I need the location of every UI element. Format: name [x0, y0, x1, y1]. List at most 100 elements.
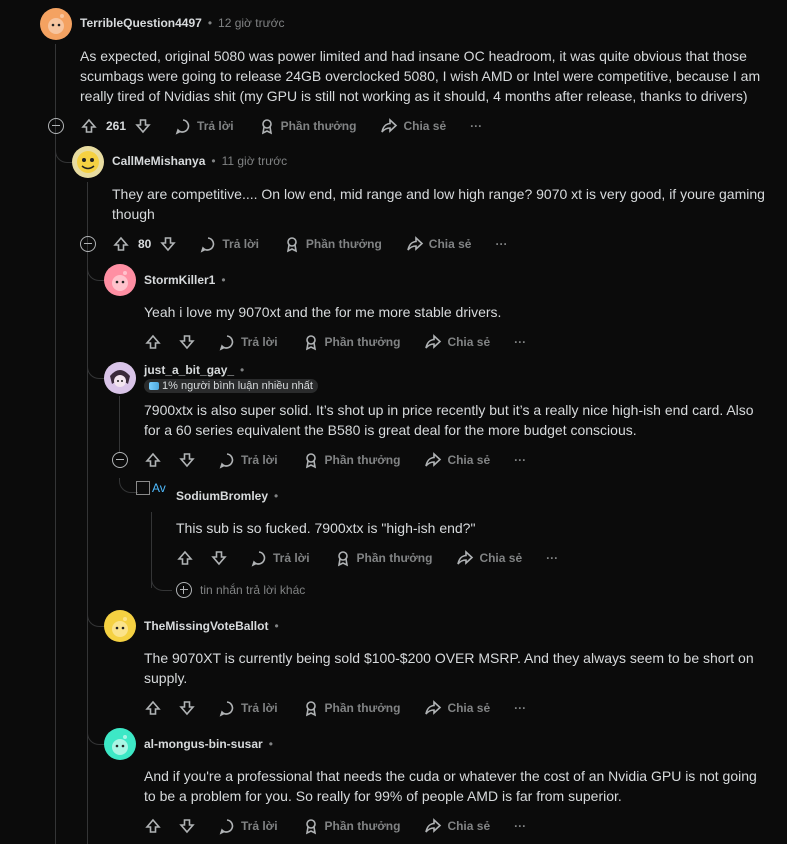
- comment-header: al-mongus-bin-susar •: [144, 737, 273, 751]
- timestamp[interactable]: 12 giờ trước: [218, 16, 284, 30]
- comment-actions: Trả lời Phần thưởng Chia sẻ ···: [144, 696, 550, 720]
- downvote-icon[interactable]: [178, 699, 196, 717]
- award-button[interactable]: Phần thưởng: [302, 333, 401, 351]
- downvote-icon[interactable]: [178, 451, 196, 469]
- award-label: Phần thưởng: [324, 335, 401, 349]
- comment-body: They are competitive.... On low end, mid…: [112, 186, 765, 222]
- collapse-thread-button[interactable]: [80, 236, 96, 252]
- comment-icon: [218, 817, 236, 835]
- downvote-icon[interactable]: [159, 235, 177, 253]
- comment-header: TerribleQuestion4497 • 12 giờ trước: [80, 16, 285, 30]
- collapse-thread-button[interactable]: [48, 118, 64, 134]
- separator-dot: •: [211, 154, 216, 168]
- share-button[interactable]: Chia sẻ: [456, 549, 522, 567]
- upvote-icon[interactable]: [80, 117, 98, 135]
- reply-button[interactable]: Trả lời: [218, 451, 278, 469]
- share-button[interactable]: Chia sẻ: [380, 117, 446, 135]
- award-label: Phần thưởng: [324, 819, 401, 833]
- thread-line-root: [55, 44, 56, 844]
- avatar[interactable]: [104, 362, 136, 394]
- award-button[interactable]: Phần thưởng: [302, 817, 401, 835]
- comment-body: As expected, original 5080 was power lim…: [80, 48, 761, 104]
- more-options-button[interactable]: ···: [514, 453, 526, 467]
- reply-label: Trả lời: [273, 551, 310, 565]
- award-button[interactable]: Phần thưởng: [334, 549, 433, 567]
- username[interactable]: just_a_bit_gay_: [144, 363, 234, 377]
- reply-button[interactable]: Trả lời: [218, 699, 278, 717]
- comment-body: 7900xtx is also super solid. It’s shot u…: [144, 402, 754, 438]
- reply-button[interactable]: Trả lời: [250, 549, 310, 567]
- reply-button[interactable]: Trả lời: [218, 333, 278, 351]
- share-icon: [424, 451, 442, 469]
- upvote-icon[interactable]: [176, 549, 194, 567]
- username[interactable]: SodiumBromley: [176, 489, 268, 503]
- upvote-icon[interactable]: [144, 333, 162, 351]
- avatar[interactable]: [104, 610, 136, 642]
- score: 261: [106, 119, 127, 133]
- avatar[interactable]: [72, 146, 104, 178]
- username[interactable]: TheMissingVoteBallot: [144, 619, 268, 633]
- comment-actions: Trả lời Phần thưởng Chia sẻ ···: [144, 330, 550, 354]
- more-options-button[interactable]: ···: [470, 119, 482, 133]
- upvote-icon[interactable]: [112, 235, 130, 253]
- more-options-button[interactable]: ···: [514, 819, 526, 833]
- meme-face-avatar-icon: [77, 151, 99, 173]
- avatar[interactable]: [40, 8, 72, 40]
- more-options-button[interactable]: ···: [514, 335, 526, 349]
- username[interactable]: CallMeMishanya: [112, 154, 205, 168]
- downvote-icon[interactable]: [134, 117, 152, 135]
- separator-dot: •: [221, 273, 226, 287]
- award-button[interactable]: Phần thưởng: [283, 235, 382, 253]
- more-options-button[interactable]: ···: [495, 237, 507, 251]
- snoo-avatar-icon: [48, 14, 64, 34]
- reply-button[interactable]: Trả lời: [174, 117, 234, 135]
- comment-actions: 80 Trả lời Phần thưởng Chia sẻ ···: [112, 232, 531, 256]
- reply-button[interactable]: Trả lời: [199, 235, 259, 253]
- downvote-icon[interactable]: [178, 333, 196, 351]
- share-icon: [424, 699, 442, 717]
- more-icon: ···: [514, 819, 527, 833]
- avatar[interactable]: [104, 728, 136, 760]
- share-button[interactable]: Chia sẻ: [406, 235, 471, 253]
- share-button[interactable]: Chia sẻ: [424, 451, 490, 469]
- upvote-icon[interactable]: [144, 451, 162, 469]
- downvote-icon[interactable]: [210, 549, 228, 567]
- separator-dot: •: [268, 737, 273, 751]
- separator-dot: •: [240, 363, 245, 377]
- collapse-thread-button[interactable]: [112, 452, 128, 468]
- award-button[interactable]: Phần thưởng: [302, 699, 400, 717]
- username[interactable]: al-mongus-bin-susar: [144, 737, 263, 751]
- reply-label: Trả lời: [241, 453, 278, 467]
- share-button[interactable]: Chia sẻ: [424, 333, 490, 351]
- award-icon: [302, 817, 320, 835]
- award-button[interactable]: Phần thưởng: [302, 451, 400, 469]
- upvote-icon[interactable]: [144, 817, 162, 835]
- more-options-button[interactable]: ···: [514, 701, 526, 715]
- vote-group: [144, 699, 196, 717]
- flair-icon: [149, 382, 159, 390]
- avatar[interactable]: [104, 264, 136, 296]
- comment-header: SodiumBromley •: [176, 489, 278, 503]
- reply-label: Trả lời: [197, 119, 234, 133]
- award-label: Phần thưởng: [356, 551, 433, 565]
- upvote-icon[interactable]: [144, 699, 162, 717]
- share-label: Chia sẻ: [447, 819, 491, 833]
- reply-button[interactable]: Trả lời: [218, 817, 278, 835]
- comment-icon: [250, 549, 268, 567]
- broken-avatar-image[interactable]: Av: [136, 481, 166, 495]
- award-icon: [258, 117, 276, 135]
- share-button[interactable]: Chia sẻ: [424, 817, 490, 835]
- award-icon: [302, 699, 320, 717]
- username[interactable]: StormKiller1: [144, 273, 215, 287]
- avatar-alt-text: Av: [152, 481, 166, 495]
- timestamp[interactable]: 11 giờ trước: [222, 154, 288, 168]
- share-button[interactable]: Chia sẻ: [424, 699, 490, 717]
- share-icon: [380, 117, 398, 135]
- award-icon: [302, 451, 320, 469]
- more-options-button[interactable]: ···: [546, 551, 558, 565]
- more-replies-link[interactable]: tin nhắn trả lời khác: [176, 582, 305, 598]
- award-button[interactable]: Phần thưởng: [258, 117, 356, 135]
- downvote-icon[interactable]: [178, 817, 196, 835]
- vote-group: 80: [112, 235, 177, 253]
- username[interactable]: TerribleQuestion4497: [80, 16, 202, 30]
